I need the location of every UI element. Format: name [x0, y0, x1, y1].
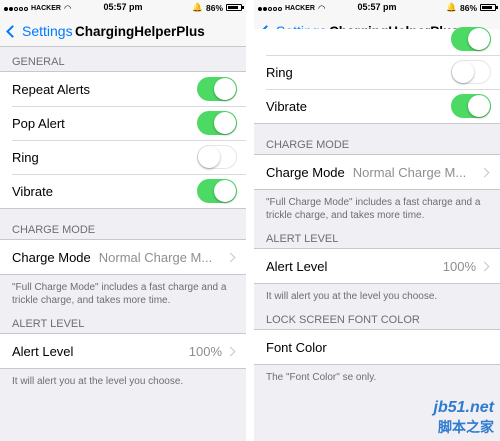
section-header-general: GENERAL: [12, 56, 65, 68]
left-screenshot: HACKER ◠ 05:57 pm 🔔 86% Settings Chargin…: [0, 0, 246, 441]
section-header-font-color: LOCK SCREEN FONT COLOR: [266, 314, 420, 326]
section-header-alert-level: ALERT LEVEL: [266, 233, 339, 245]
row-vibrate: Vibrate: [254, 89, 500, 123]
status-bar: HACKER ◠ 05:57 pm 🔔 86%: [0, 0, 246, 16]
font-color-note: The "Font Color" se only.: [266, 372, 377, 383]
alert-level-row[interactable]: Alert Level 100%: [254, 249, 500, 283]
watermark: jb51.net 脚本之家: [434, 399, 494, 437]
row-vibrate: Vibrate: [0, 174, 246, 208]
row-repeat-alerts: Repeat Alerts: [0, 72, 246, 106]
charge-mode-group: Charge Mode Normal Charge M...: [0, 239, 246, 275]
charge-mode-note: "Full Charge Mode" includes a fast charg…: [266, 197, 481, 221]
battery-percent: 86%: [205, 2, 223, 13]
chevron-right-icon: [479, 167, 490, 178]
back-label: Settings: [22, 23, 73, 39]
charge-mode-value: Normal Charge M...: [352, 164, 467, 180]
section-header-alert-level: ALERT LEVEL: [12, 318, 85, 330]
vibrate-toggle[interactable]: [197, 179, 237, 203]
back-button[interactable]: Settings: [5, 23, 73, 39]
navigation-bar: Settings ChargingHelperPlus: [0, 16, 246, 47]
bell-icon: 🔔: [192, 2, 203, 12]
right-screenshot: HACKER ◠ 05:57 pm 🔔 86% Settings Chargin…: [254, 0, 500, 441]
font-color-row[interactable]: Font Color: [254, 330, 500, 364]
watermark-url: jb51.net: [433, 399, 494, 416]
row-pop-alert: Pop Alert: [0, 106, 246, 140]
section-header-charge-mode: CHARGE MODE: [266, 139, 350, 151]
row-label: Charge Mode: [266, 164, 345, 180]
row-ring: Ring: [0, 140, 246, 174]
chevron-left-icon: [6, 24, 19, 38]
row-ring: Ring: [254, 55, 500, 89]
alert-level-value: 100%: [442, 258, 476, 274]
alert-level-row[interactable]: Alert Level 100%: [0, 334, 246, 368]
charge-mode-note: "Full Charge Mode" includes a fast charg…: [12, 282, 227, 306]
partial-toggle[interactable]: [451, 27, 491, 51]
charge-mode-value: Normal Charge M...: [98, 249, 213, 265]
chevron-right-icon: [225, 252, 236, 263]
status-bar: HACKER ◠ 05:57 pm 🔔 86%: [254, 0, 500, 16]
bell-icon: 🔔: [446, 2, 457, 12]
battery-icon: [480, 4, 498, 11]
row-label: Font Color: [266, 339, 327, 355]
ring-toggle[interactable]: [197, 145, 237, 169]
charge-mode-group: Charge Mode Normal Charge M...: [254, 154, 500, 190]
alert-level-value: 100%: [188, 343, 222, 359]
font-color-group: Font Color: [254, 329, 500, 365]
battery-percent: 86%: [459, 2, 477, 13]
ring-toggle[interactable]: [451, 60, 491, 84]
watermark-text: 脚本之家: [438, 419, 494, 435]
alert-level-note: It will alert you at the level you choos…: [266, 291, 438, 302]
repeat-alerts-toggle[interactable]: [197, 77, 237, 101]
row-partial-toggle: [254, 27, 500, 55]
page-title: ChargingHelperPlus: [75, 24, 205, 39]
chevron-right-icon: [479, 261, 490, 272]
charge-mode-row[interactable]: Charge Mode Normal Charge M...: [0, 240, 246, 274]
pop-alert-toggle[interactable]: [197, 111, 237, 135]
row-label: Alert Level: [266, 258, 328, 274]
chevron-right-icon: [225, 346, 236, 357]
general-group: Repeat Alerts Pop Alert Ring Vibrate: [0, 71, 246, 209]
section-header-charge-mode: CHARGE MODE: [12, 224, 96, 236]
row-label: Alert Level: [12, 343, 74, 359]
vibrate-toggle[interactable]: [451, 94, 491, 118]
general-group-scrolled: Ring Vibrate: [254, 27, 500, 124]
alert-level-group: Alert Level 100%: [0, 333, 246, 369]
row-label: Charge Mode: [12, 249, 91, 265]
alert-level-note: It will alert you at the level you choos…: [12, 376, 184, 387]
alert-level-group: Alert Level 100%: [254, 248, 500, 284]
charge-mode-row[interactable]: Charge Mode Normal Charge M...: [254, 155, 500, 189]
battery-icon: [226, 4, 244, 11]
